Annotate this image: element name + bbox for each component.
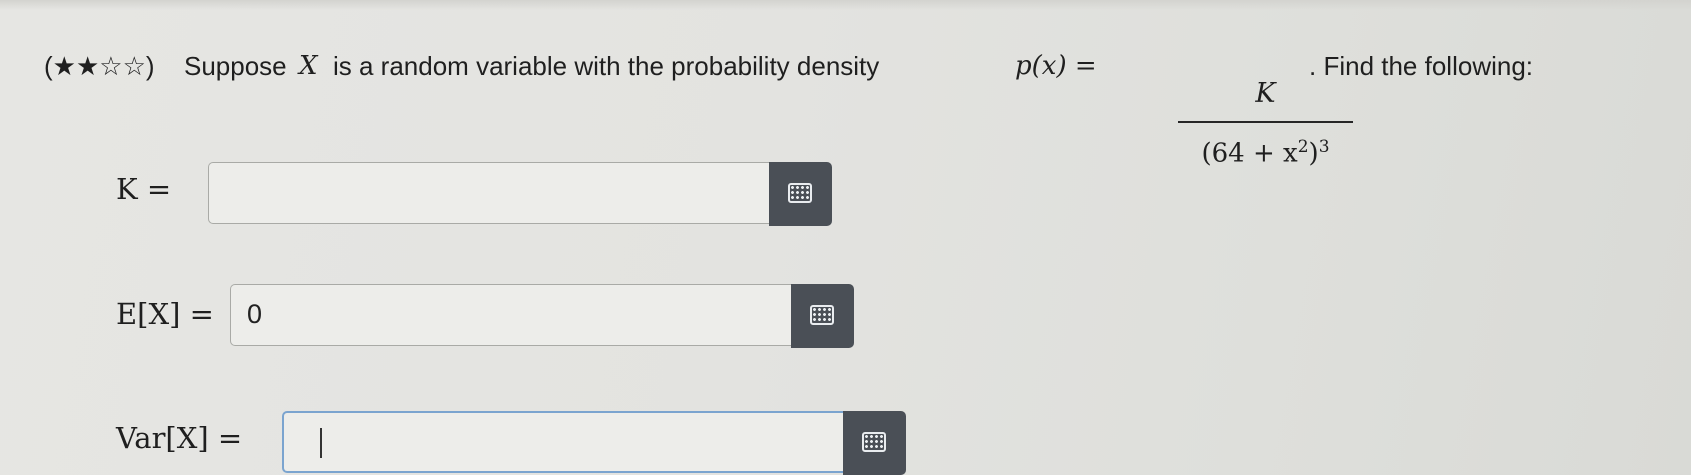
denominator-base: (64 + x [1201,138,1298,169]
k-answer-input[interactable] [208,162,771,224]
k-keypad-button[interactable] [769,162,832,226]
question-mid-text: is a random variable with the probabilit… [333,51,880,81]
density-lhs: p(x) = [1015,51,1097,81]
calculator-keypad-icon [862,432,886,452]
variance-keypad-button[interactable] [843,411,906,475]
fraction-bar [1178,121,1353,123]
variance-answer-input[interactable] [282,411,845,473]
denominator-inner-exponent: 2 [1297,137,1309,157]
question-trailing-text: . Find the following: [1309,51,1534,81]
random-variable-symbol: X [299,51,318,81]
variance-label: Var[X] = [116,421,243,455]
expectation-label: E[X] = [116,297,214,331]
expectation-answer-input[interactable]: 0 [230,284,793,346]
denominator-close: ) [1308,138,1319,169]
calculator-keypad-icon [788,183,812,203]
difficulty-rating: (★★☆☆) [44,51,155,81]
expectation-keypad-button[interactable] [791,284,854,348]
text-cursor [320,428,322,458]
expectation-answer-value: 0 [247,299,263,329]
fraction-denominator: (64 + x2)3 [1178,128,1353,173]
calculator-keypad-icon [810,305,834,325]
k-label: K = [116,172,172,206]
denominator-outer-exponent: 3 [1318,137,1330,157]
top-divider [0,0,1691,10]
question-lead-text: Suppose [184,51,287,81]
